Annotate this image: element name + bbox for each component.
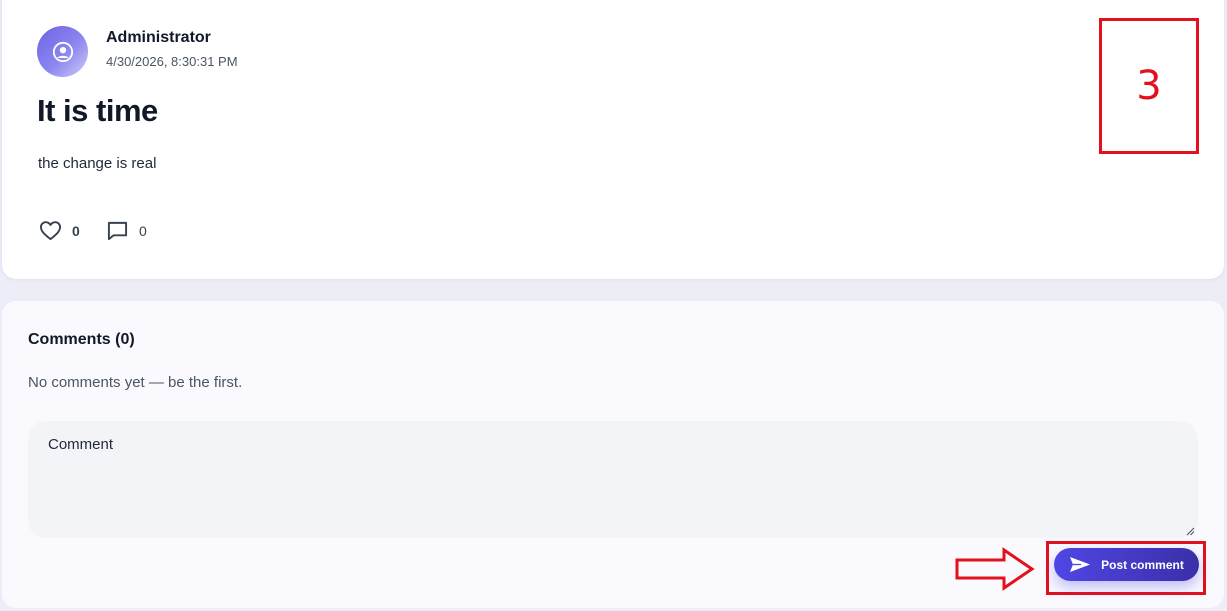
chat-bubble-icon — [107, 221, 128, 241]
like-button[interactable]: 0 — [39, 220, 80, 241]
post-comment-button[interactable]: Post comment — [1054, 548, 1199, 581]
post-body: the change is real — [38, 155, 157, 172]
like-count: 0 — [72, 222, 80, 239]
post-title: It is time — [37, 93, 158, 128]
annotation-label: 3 — [1136, 63, 1162, 109]
annotation-box: 3 — [1099, 18, 1199, 154]
annotation-arrow-icon — [955, 547, 1035, 591]
avatar — [37, 26, 88, 77]
comments-button[interactable]: 0 — [106, 220, 147, 241]
send-icon — [1070, 557, 1091, 572]
post-comment-label: Post comment — [1101, 557, 1184, 572]
comments-card: Comments (0) No comments yet — be the fi… — [2, 301, 1224, 608]
comment-input[interactable] — [28, 421, 1198, 538]
resize-handle-icon[interactable] — [1186, 527, 1195, 536]
comment-count: 0 — [139, 222, 147, 239]
comments-heading: Comments (0) — [28, 331, 135, 348]
empty-comments-note: No comments yet — be the first. — [28, 374, 243, 391]
author-name: Administrator — [106, 29, 211, 46]
user-circle-icon — [52, 41, 73, 62]
post-timestamp: 4/30/2026, 8:30:31 PM — [106, 54, 238, 69]
post-card: Administrator 4/30/2026, 8:30:31 PM It i… — [2, 0, 1224, 279]
heart-icon — [40, 221, 61, 241]
